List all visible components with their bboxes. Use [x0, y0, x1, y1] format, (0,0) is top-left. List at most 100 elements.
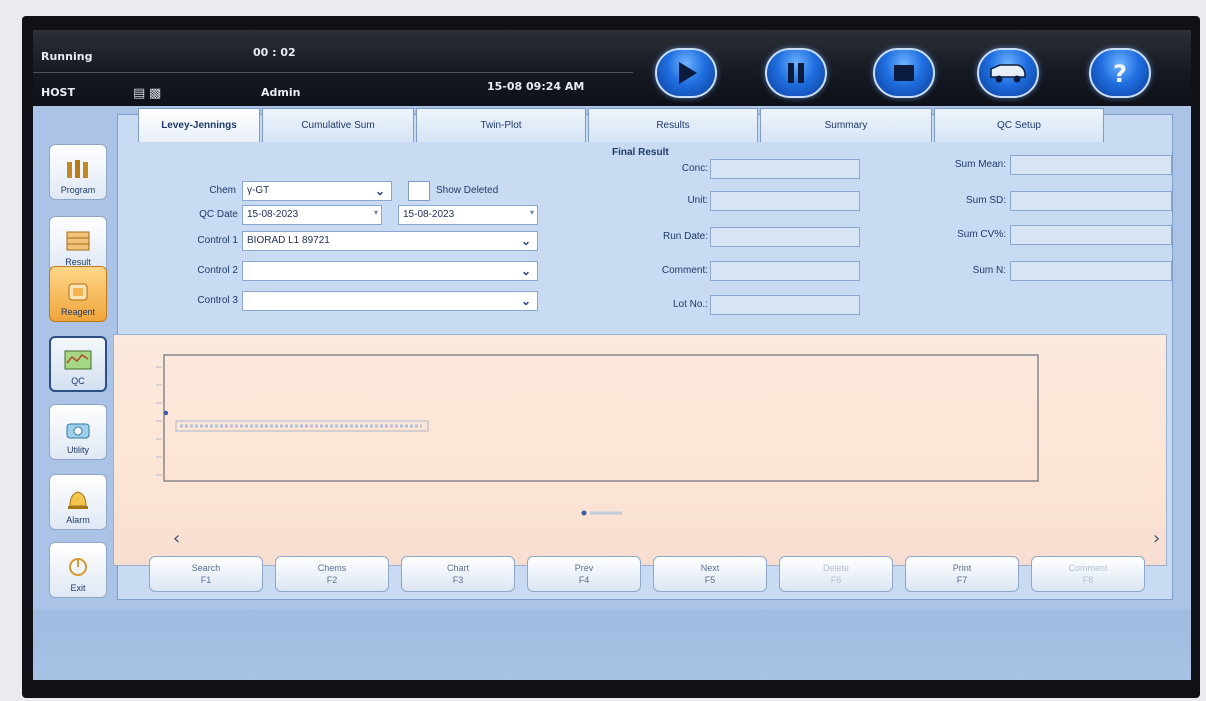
control1-select[interactable]: BIORAD L1 89721 ⌄ [242, 231, 538, 251]
levey-jennings-chart [113, 334, 1167, 566]
chems-f2-button[interactable]: Chems F2 [275, 556, 389, 592]
fkey-shortcut: F4 [578, 575, 590, 585]
run-timer: 00 : 02 [253, 46, 296, 59]
dropdown-arrow-icon: ▾ [373, 208, 378, 217]
chevron-down-icon: ⌄ [520, 234, 531, 248]
print-f7-button[interactable]: Print F7 [905, 556, 1019, 592]
current-user: Admin [261, 86, 301, 99]
run-date-field [710, 227, 860, 247]
fkey-shortcut: F2 [326, 575, 338, 585]
help-button[interactable]: ? [1089, 48, 1151, 98]
comment-f8-button[interactable]: Comment F8 [1031, 556, 1145, 592]
chem-select[interactable]: γ-GT ⌄ [242, 181, 392, 201]
program-icon [63, 157, 93, 181]
sidebar-item-qc[interactable]: QC [49, 336, 107, 392]
sidebar-item-utility[interactable]: Utility [49, 404, 107, 460]
run-date-label: Run Date: [662, 231, 708, 242]
fkey-shortcut: F8 [1082, 575, 1094, 585]
qc-date-to-value: 15-08-2023 [403, 209, 455, 220]
sidebar-item-result[interactable]: Result [49, 216, 107, 272]
data-point [163, 410, 169, 416]
fkey-label: Print [952, 563, 972, 573]
show-deleted-checkbox[interactable] [408, 181, 430, 201]
fkey-label: Search [191, 563, 221, 573]
fkey-shortcut: F3 [452, 575, 464, 585]
sum-sd-label: Sum SD: [965, 195, 1006, 206]
control3-select[interactable]: ⌄ [242, 291, 538, 311]
search-f1-button[interactable]: Search F1 [149, 556, 263, 592]
sidebar-item-program[interactable]: Program [49, 144, 107, 200]
result-icon [63, 229, 93, 253]
sum-n-field [1010, 261, 1172, 281]
conc-field [710, 159, 860, 179]
show-deleted-label: Show Deleted [436, 185, 499, 196]
delete-f6-button[interactable]: Delete F6 [779, 556, 893, 592]
tab-levey-jennings[interactable]: Levey-Jennings [138, 108, 260, 142]
tab-twin-plot[interactable]: Twin-Plot [416, 108, 586, 142]
sum-mean-label: Sum Mean: [954, 159, 1006, 170]
qc-date-from-input[interactable]: 15-08-2023 ▾ [242, 205, 382, 225]
play-button[interactable] [655, 48, 717, 98]
unit-label: Unit: [687, 195, 708, 206]
fkey-label: Chems [317, 563, 347, 573]
scroll-right-arrow[interactable]: › [1153, 528, 1160, 549]
pause-button[interactable] [765, 48, 827, 98]
chart-canvas [156, 354, 1039, 516]
qc-date-label: QC Date [199, 209, 238, 220]
sum-mean-field [1010, 155, 1172, 175]
reagent-icon [63, 279, 93, 303]
bottom-status-bar [33, 610, 1191, 680]
fkey-shortcut: F6 [830, 575, 842, 585]
stop-button[interactable] [873, 48, 935, 98]
sum-n-label: Sum N: [972, 265, 1006, 276]
chart-f3-button[interactable]: Chart F3 [401, 556, 515, 592]
qc-date-from-value: 15-08-2023 [247, 209, 299, 220]
fkey-label: Prev [574, 563, 594, 573]
lot-no-label: Lot No.: [672, 299, 708, 310]
chevron-down-icon: ⌄ [520, 294, 531, 308]
tab-results[interactable]: Results [588, 108, 758, 142]
sidebar-item-label: QC [71, 376, 85, 386]
lot-no-field [710, 295, 860, 315]
sidebar-item-alarm[interactable]: Alarm [49, 474, 107, 530]
run-state: Running [41, 50, 93, 63]
sidebar-item-label: Alarm [66, 515, 90, 525]
next-f5-button[interactable]: Next F5 [653, 556, 767, 592]
sidebar-item-exit[interactable]: Exit [49, 542, 107, 598]
stat-emergency-button[interactable] [977, 48, 1039, 98]
fkey-shortcut: F7 [956, 575, 968, 585]
legend-marker [581, 510, 587, 516]
plot-frame [163, 354, 1039, 482]
sidebar-item-label: Exit [70, 583, 86, 593]
printer-icon: ▩ [149, 86, 162, 101]
control3-label: Control 3 [197, 295, 238, 306]
comment-field [710, 261, 860, 281]
prev-f4-button[interactable]: Prev F4 [527, 556, 641, 592]
top-status-bar: Running 00 : 02 HOST ▤ ▩ Admin 15-08 09:… [33, 30, 1191, 106]
sidebar-item-label: Program [60, 185, 96, 195]
svg-text:?: ? [1113, 60, 1127, 88]
sidebar-item-label: Reagent [60, 307, 96, 317]
qc-date-to-input[interactable]: 15-08-2023 ▾ [398, 205, 538, 225]
control1-value: BIORAD L1 89721 [247, 235, 330, 246]
tab-qc-setup[interactable]: QC Setup [934, 108, 1104, 142]
fkey-label: Comment [1068, 563, 1108, 573]
control2-select[interactable]: ⌄ [242, 261, 538, 281]
analyzer-screen: Running 00 : 02 HOST ▤ ▩ Admin 15-08 09:… [33, 30, 1191, 680]
utility-icon [63, 417, 93, 441]
fkey-label: Chart [446, 563, 469, 573]
sidebar-item-reagent[interactable]: Reagent [49, 266, 107, 322]
fkey-shortcut: F5 [704, 575, 716, 585]
tab-cumulative-sum[interactable]: Cumulative Sum [262, 108, 414, 142]
help-icon: ? [1113, 60, 1127, 88]
unit-field [710, 191, 860, 211]
control1-label: Control 1 [197, 235, 238, 246]
tab-summary[interactable]: Summary [760, 108, 932, 142]
fkey-label: Delete [822, 563, 849, 573]
chevron-down-icon: ⌄ [374, 184, 385, 198]
dropdown-arrow-icon: ▾ [529, 208, 534, 217]
ambulance-icon [990, 64, 1026, 83]
final-result-title: Final Result [612, 147, 669, 158]
sum-cv-label: Sum CV%: [957, 229, 1006, 240]
scroll-left-arrow[interactable]: ‹ [173, 528, 180, 549]
